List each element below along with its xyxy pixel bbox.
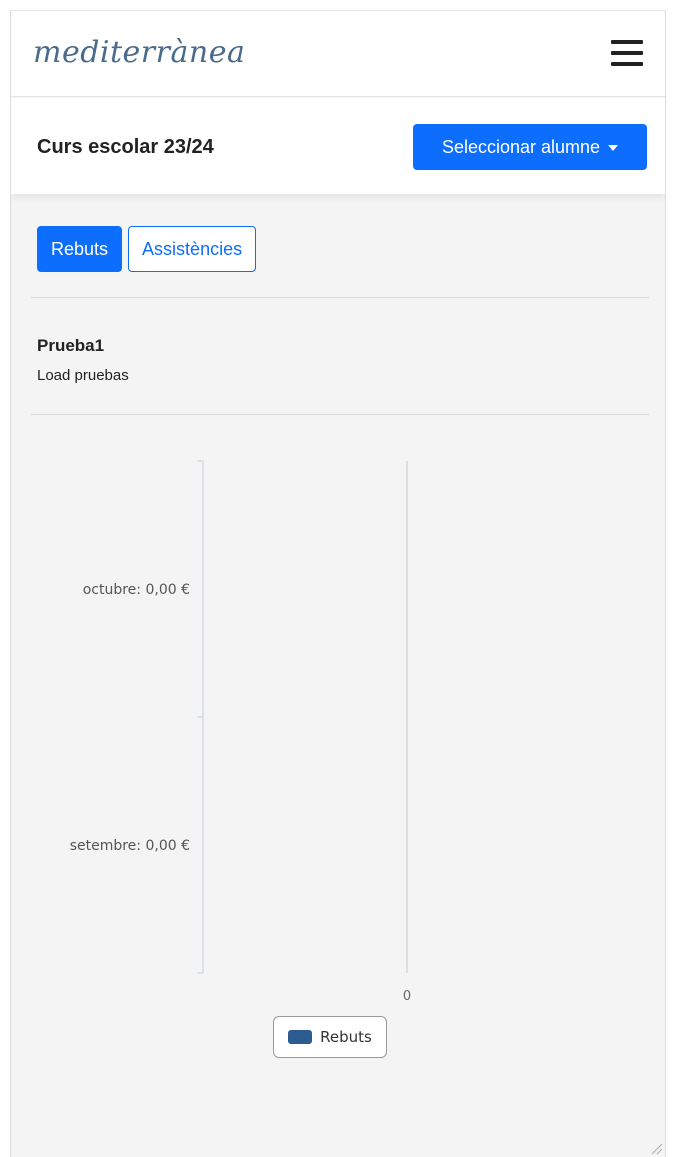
- legend-label: Rebuts: [320, 1028, 372, 1046]
- y-category-label: setembre: 0,00 €: [70, 838, 190, 854]
- legend-swatch: [288, 1030, 313, 1044]
- receipts-chart: 0 octubre: 0,00 € setembre: 0,00 €: [70, 460, 411, 1004]
- y-category-label: octubre: 0,00 €: [83, 582, 190, 598]
- resize-grip-icon[interactable]: [649, 1141, 663, 1155]
- legend-item-rebuts[interactable]: Rebuts: [273, 1016, 387, 1058]
- x-tick-label: 0: [403, 989, 411, 1004]
- app-frame: mediterrànea Curs escolar 23/24 Seleccio…: [10, 10, 666, 1157]
